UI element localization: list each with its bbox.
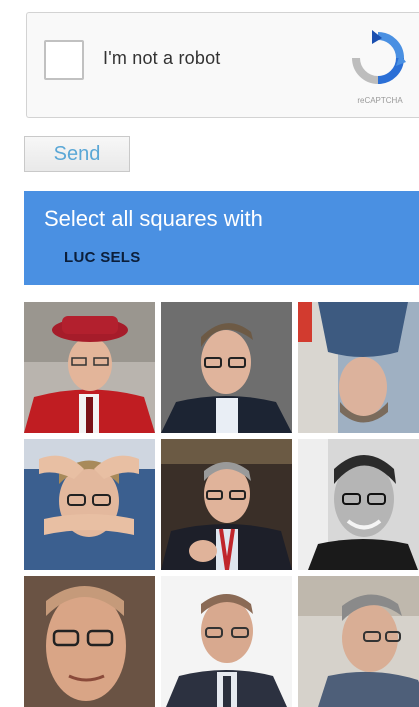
image-grid [24, 302, 419, 707]
grid-tile[interactable] [24, 439, 155, 570]
challenge-header: Select all squares with LUC SELS [24, 191, 419, 285]
grid-tile[interactable] [24, 302, 155, 433]
send-button[interactable]: Send [24, 136, 130, 172]
challenge-target: LUC SELS [64, 249, 141, 266]
recaptcha-brand: reCAPTCHA [357, 96, 403, 105]
grid-tile[interactable] [298, 439, 419, 570]
grid-tile[interactable] [24, 576, 155, 707]
recaptcha-checkbox-label: I'm not a robot [103, 48, 221, 68]
grid-tile[interactable] [161, 302, 292, 433]
recaptcha-checkbox[interactable] [44, 40, 84, 80]
grid-tile[interactable] [161, 439, 292, 570]
recaptcha-logo-icon [352, 30, 406, 84]
grid-tile[interactable] [161, 576, 292, 707]
grid-tile[interactable] [298, 302, 419, 433]
challenge-instruction: Select all squares with [44, 206, 263, 231]
grid-tile[interactable] [298, 576, 419, 707]
